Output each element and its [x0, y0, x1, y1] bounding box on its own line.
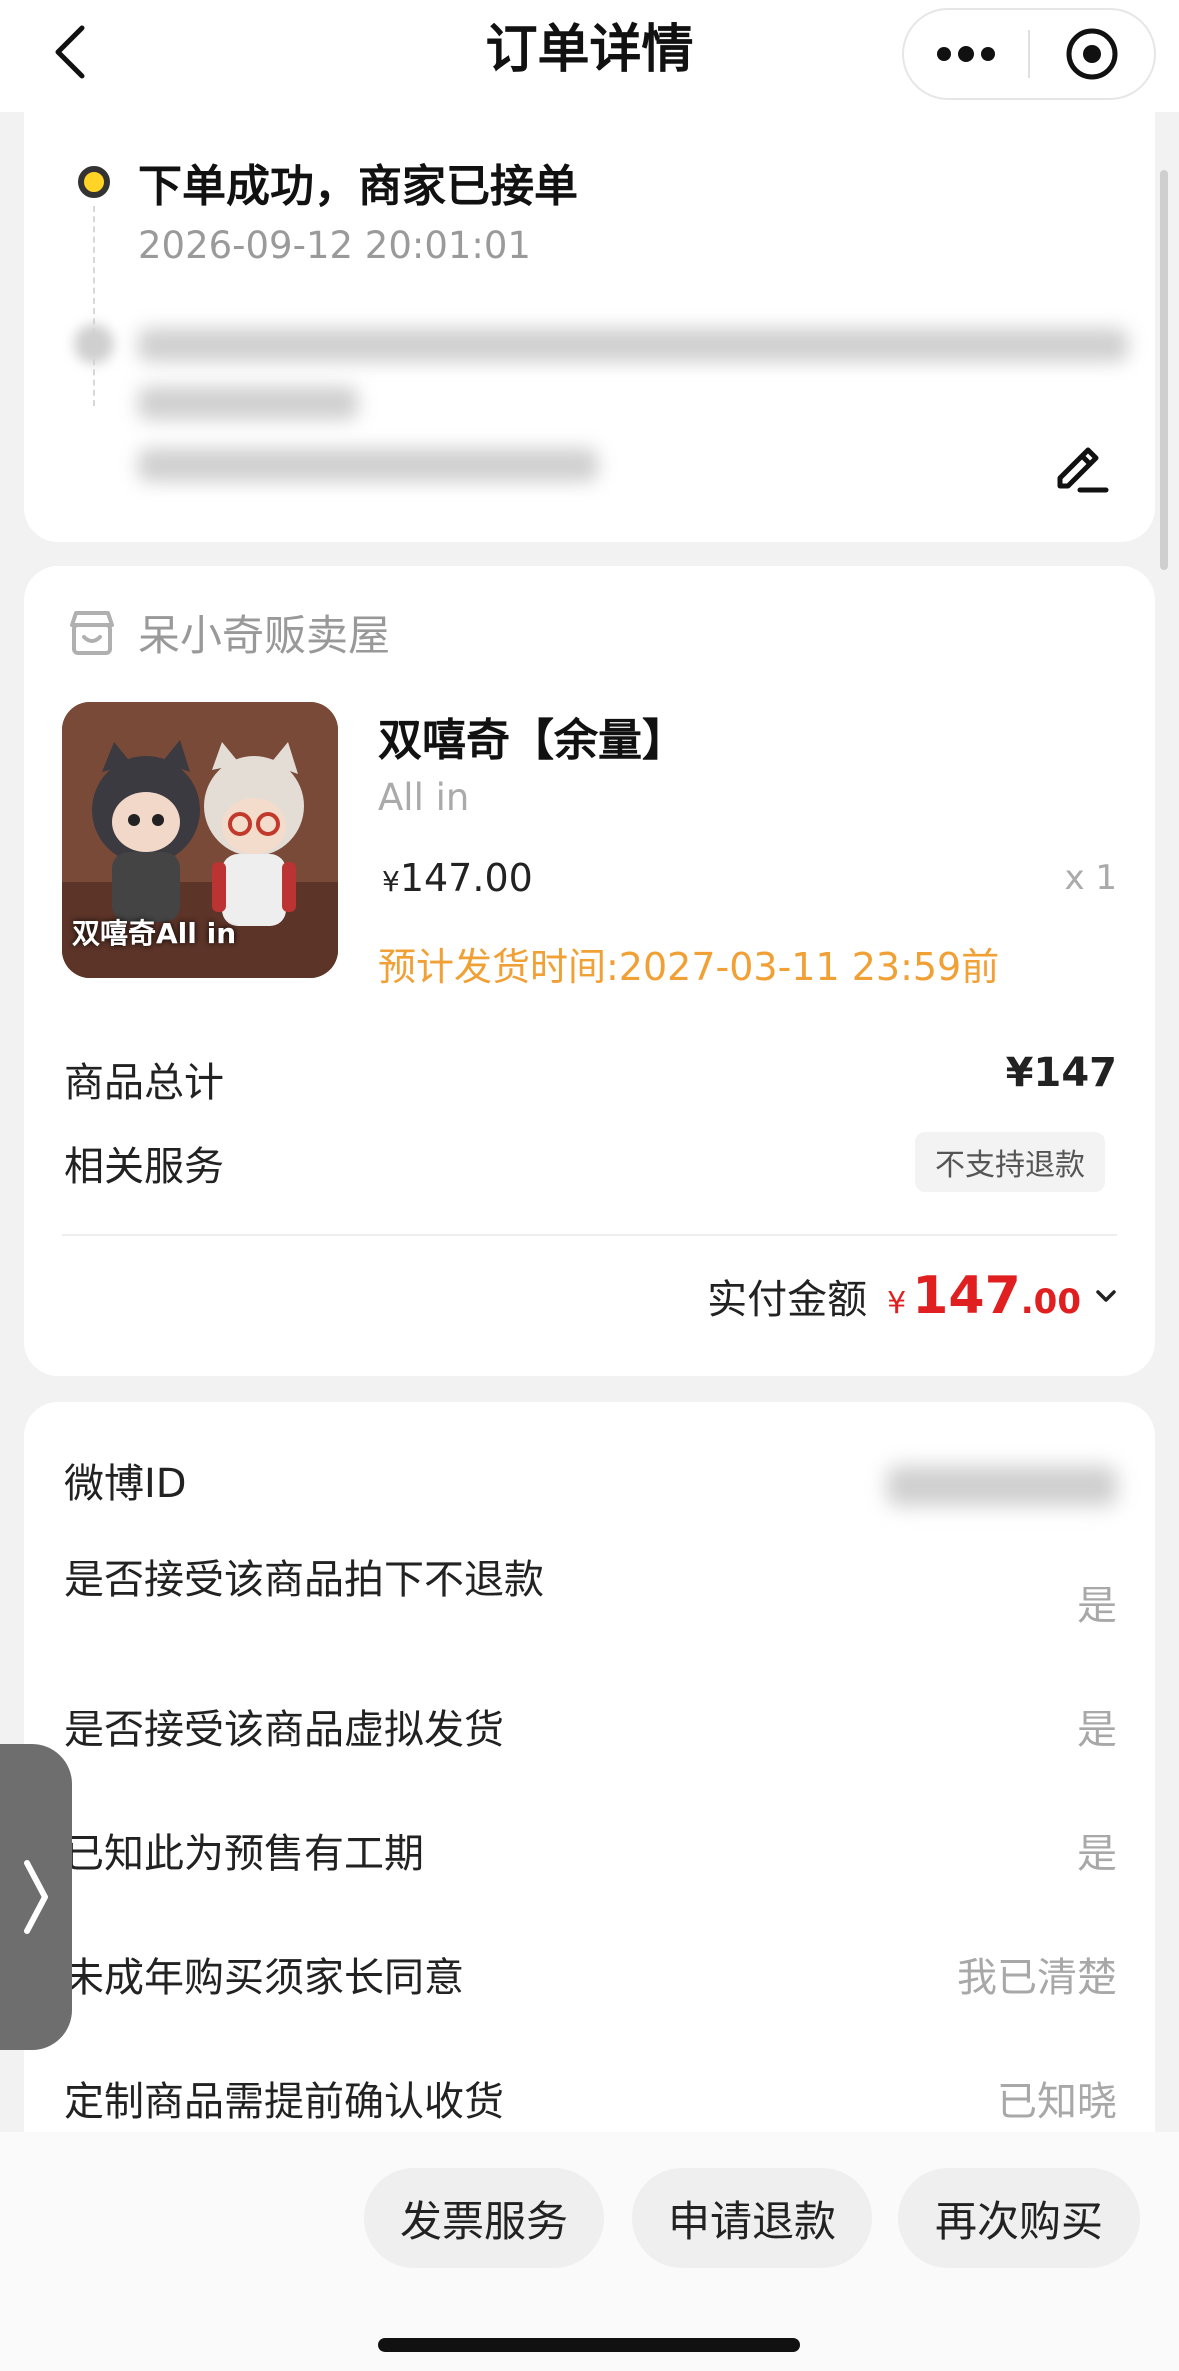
- price-value: 147.00: [399, 856, 533, 900]
- home-indicator[interactable]: [378, 2338, 800, 2352]
- address-redacted: [138, 328, 1128, 362]
- contact-redacted: [138, 448, 598, 482]
- total-value: ¥147: [1005, 1050, 1117, 1096]
- shop-name: 呆小奇贩卖屋: [138, 611, 391, 660]
- product-image[interactable]: 双嘻奇All in: [62, 702, 338, 978]
- side-expand-handle[interactable]: [0, 1744, 72, 2050]
- status-title: 下单成功，商家已接单: [138, 161, 578, 212]
- paid-integer: 147: [912, 1266, 1021, 1326]
- paid-label: 实付金额: [707, 1277, 868, 1323]
- bottom-action-bar: 发票服务 申请退款 再次购买: [0, 2132, 1179, 2371]
- form-label-virtual-ship: 是否接受该商品虚拟发货: [64, 1707, 504, 1753]
- form-value-presale: 是: [1077, 1831, 1117, 1877]
- refund-button[interactable]: 申请退款: [632, 2168, 872, 2268]
- divider: [62, 1234, 1117, 1236]
- form-value-minor-consent: 我已清楚: [957, 1955, 1117, 2001]
- mini-program-capsule: [902, 8, 1156, 100]
- product-price: ¥147.00: [382, 856, 533, 900]
- form-value-no-refund: 是: [1077, 1583, 1117, 1629]
- address-redacted: [138, 386, 358, 420]
- product-image-caption: 双嘻奇All in: [72, 917, 237, 950]
- form-label-custom-confirm: 定制商品需提前确认收货: [64, 2079, 504, 2125]
- total-label: 商品总计: [64, 1060, 224, 1106]
- close-target-icon[interactable]: [1030, 10, 1154, 98]
- order-status-card: 下单成功，商家已接单 2026-09-12 20:01:01: [24, 96, 1155, 542]
- form-value-custom-confirm: 已知晓: [997, 2079, 1117, 2125]
- weibo-id-redacted: [887, 1466, 1117, 1506]
- rebuy-button[interactable]: 再次购买: [898, 2168, 1140, 2268]
- edit-address-icon[interactable]: [1046, 432, 1110, 496]
- form-value-virtual-ship: 是: [1077, 1707, 1117, 1753]
- product-title[interactable]: 双嘻奇【余量】: [378, 704, 686, 768]
- paid-symbol: ¥: [887, 1286, 907, 1321]
- no-refund-tag: 不支持退款: [915, 1132, 1105, 1192]
- paid-decimal: .00: [1020, 1282, 1081, 1322]
- form-label-no-refund: 是否接受该商品拍下不退款: [64, 1557, 544, 1603]
- service-label: 相关服务: [64, 1144, 224, 1190]
- shop-icon: [70, 610, 114, 655]
- nav-bar: 订单详情: [0, 0, 1179, 112]
- more-icon[interactable]: [904, 10, 1028, 98]
- status-time: 2026-09-12 20:01:01: [138, 224, 531, 267]
- chevron-down-icon[interactable]: [1093, 1283, 1119, 1309]
- chevron-right-icon: [24, 1860, 48, 1934]
- paid-amount-row[interactable]: 实付金额 ¥ 147 .00: [707, 1266, 1119, 1326]
- estimated-ship-time: 预计发货时间:2027-03-11 23:59前: [378, 945, 1000, 989]
- product-spec: All in: [378, 776, 470, 819]
- invoice-button[interactable]: 发票服务: [364, 2168, 604, 2268]
- form-label-weibo: 微博ID: [64, 1461, 187, 1507]
- status-dot-icon: [78, 166, 110, 198]
- timeline-line: [93, 206, 95, 406]
- price-symbol: ¥: [382, 865, 400, 898]
- form-label-presale: 已知此为预售有工期: [64, 1831, 424, 1877]
- product-quantity: x 1: [1064, 858, 1117, 898]
- form-label-minor-consent: 未成年购买须家长同意: [64, 1955, 464, 2001]
- order-item-card: 呆小奇贩卖屋 双嘻奇All in 双嘻奇【余量】 All in ¥147.00 …: [24, 566, 1155, 1376]
- shop-row[interactable]: 呆小奇贩卖屋: [64, 602, 390, 663]
- scrollbar[interactable]: [1160, 170, 1168, 570]
- location-icon: [74, 324, 114, 364]
